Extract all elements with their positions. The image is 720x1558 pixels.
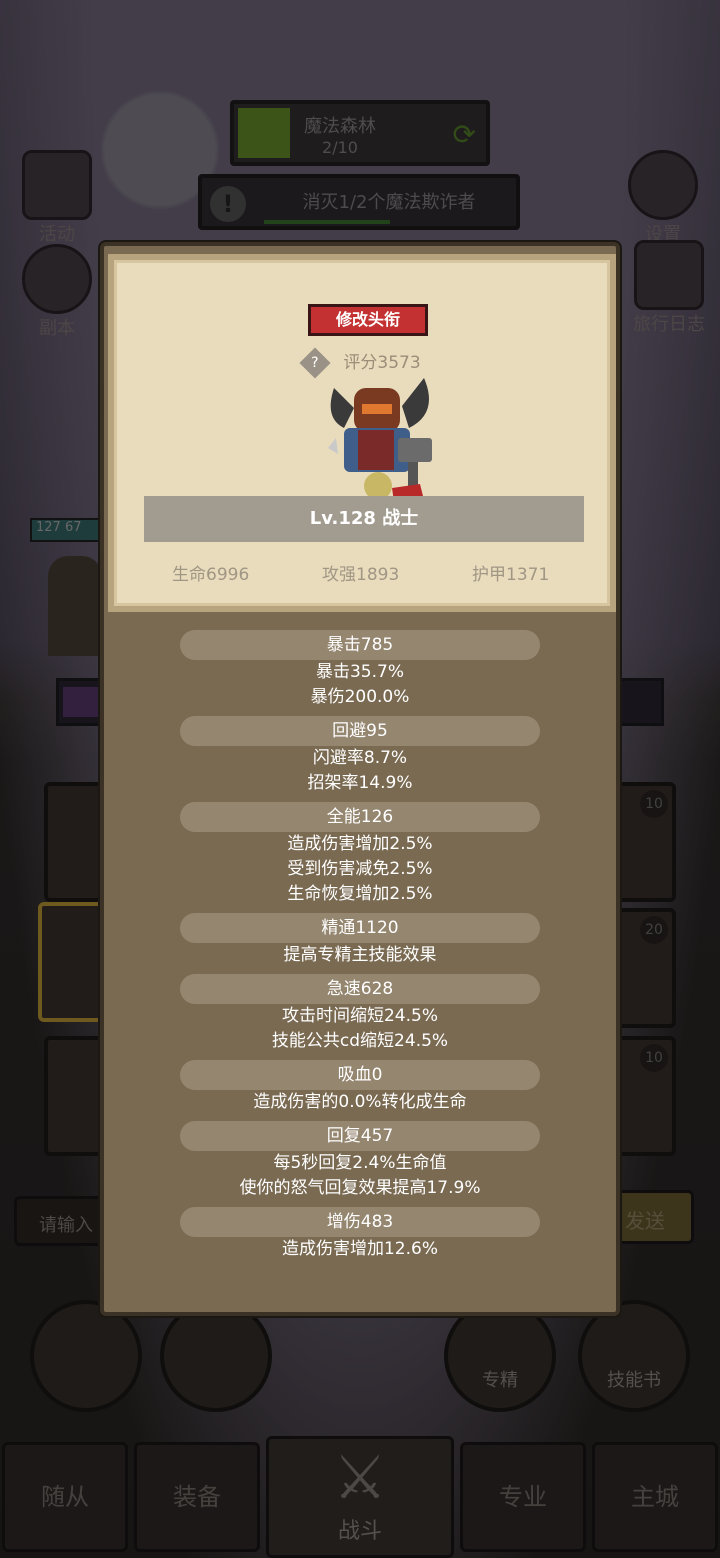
stat-group: 暴击785 暴击35.7% 暴伤200.0% [104, 630, 616, 710]
stat-detail: 造成伤害增加12.6% [281, 1239, 438, 1259]
stat-group: 精通1120 提高专精主技能效果 [104, 913, 616, 968]
stat-category: 回避95 [180, 716, 540, 746]
stat-detail: 暴伤200.0% [310, 687, 410, 707]
stat-category: 增伤483 [180, 1207, 540, 1237]
character-header-card: 修改头衔 ? 评分3573 Lv.128 战士 生命6996 攻强1893 护甲… [108, 254, 616, 612]
stat-group: 吸血0 造成伤害的0.0%转化成生命 [104, 1060, 616, 1115]
stat-group: 回复457 每5秒回复2.4%生命值 使你的怒气回复效果提高17.9% [104, 1121, 616, 1201]
stat-detail: 每5秒回复2.4%生命值 [273, 1153, 447, 1173]
character-info-modal: 修改头衔 ? 评分3573 Lv.128 战士 生命6996 攻强1893 护甲… [100, 242, 620, 1316]
stat-detail: 使你的怒气回复效果提高17.9% [239, 1178, 481, 1198]
stat-category: 暴击785 [180, 630, 540, 660]
stat-category: 急速628 [180, 974, 540, 1004]
warrior-avatar [328, 378, 432, 502]
edit-title-button[interactable]: 修改头衔 [308, 304, 428, 336]
stat-detail: 闪避率8.7% [312, 748, 408, 768]
stat-detail: 技能公共cd缩短24.5% [271, 1031, 449, 1051]
stat-group: 回避95 闪避率8.7% 招架率14.9% [104, 716, 616, 796]
stat-attack: 攻强1893 [322, 565, 400, 585]
stat-detail: 生命恢复增加2.5% [287, 884, 433, 904]
stat-detail: 提高专精主技能效果 [283, 945, 437, 965]
secondary-stats-list: 暴击785 暴击35.7% 暴伤200.0% 回避95 闪避率8.7% 招架率1… [104, 630, 616, 1268]
stat-hp: 生命6996 [172, 565, 250, 585]
stat-category: 回复457 [180, 1121, 540, 1151]
stat-group: 急速628 攻击时间缩短24.5% 技能公共cd缩短24.5% [104, 974, 616, 1054]
stat-group: 增伤483 造成伤害增加12.6% [104, 1207, 616, 1262]
stat-detail: 受到伤害减免2.5% [287, 859, 433, 879]
stat-group: 全能126 造成伤害增加2.5% 受到伤害减免2.5% 生命恢复增加2.5% [104, 802, 616, 907]
stat-detail: 造成伤害增加2.5% [287, 834, 433, 854]
stat-category: 精通1120 [180, 913, 540, 943]
stat-detail: 攻击时间缩短24.5% [281, 1006, 438, 1026]
stat-detail: 招架率14.9% [307, 773, 413, 793]
level-class-banner: Lv.128 战士 [144, 496, 584, 542]
primary-stats: 生命6996 攻强1893 护甲1371 [114, 560, 610, 585]
stat-armor: 护甲1371 [472, 565, 550, 585]
stat-category: 吸血0 [180, 1060, 540, 1090]
stat-category: 全能126 [180, 802, 540, 832]
stat-detail: 造成伤害的0.0%转化成生命 [253, 1092, 467, 1112]
stat-detail: 暴击35.7% [315, 662, 404, 682]
